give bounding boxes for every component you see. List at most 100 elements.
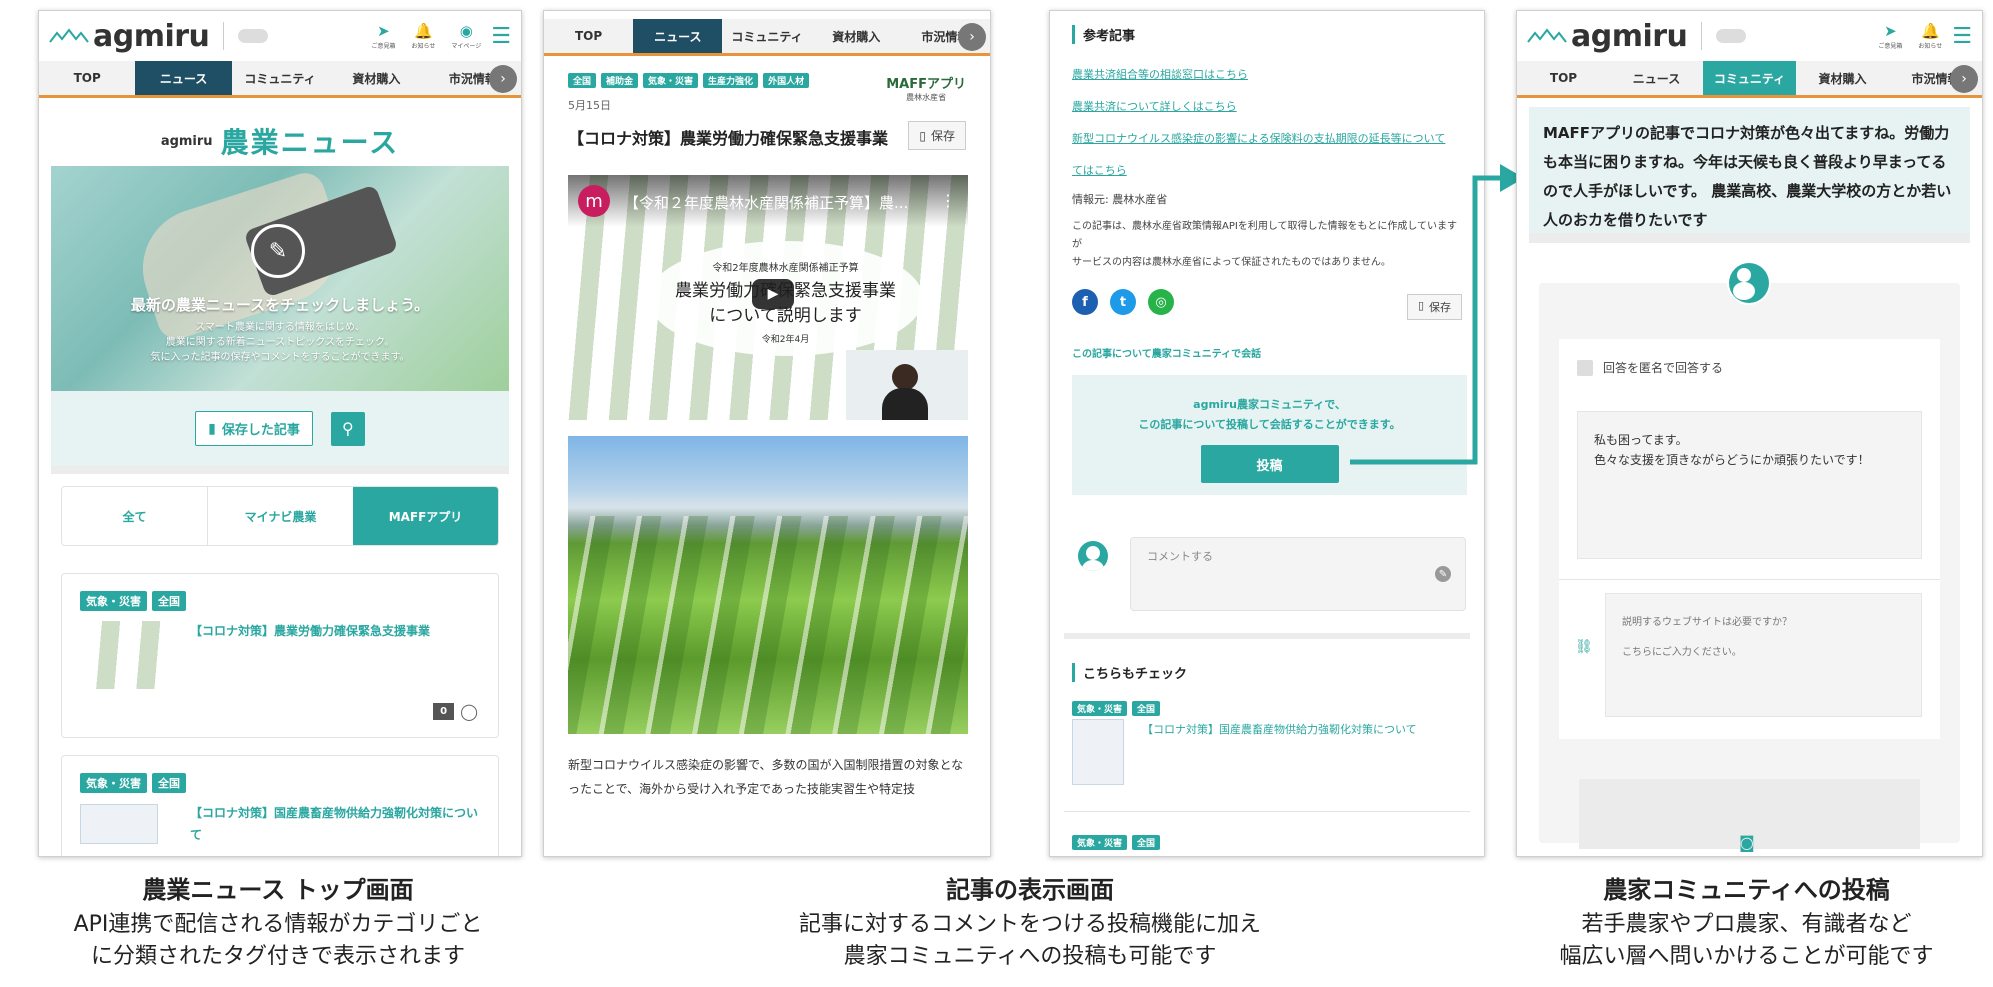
article-title[interactable]: 【コロナ対策】農業労働力確保緊急支援事業 <box>190 622 430 639</box>
related-article-title[interactable]: 【コロナ対策】国産農畜産物供給力強靭化対策について <box>1142 721 1417 737</box>
website-input[interactable]: 説明するウェブサイトは必要ですか？ こちらにご入力ください。 <box>1605 593 1922 717</box>
tab-community[interactable]: コミュニティ <box>232 61 328 95</box>
user-avatar-icon <box>1729 263 1769 303</box>
hamburger-menu-icon[interactable]: ☰ <box>491 24 511 49</box>
bubble-line: 令和2年度農林水産関係補正予算 <box>712 263 859 274</box>
saved-articles-bar: ▮ 保存した記事 ⚲ <box>51 391 509 466</box>
article-card[interactable]: 気象・災害 全国 【コロナ対策】国産農畜産物供給力強靭化対策について <box>61 755 499 856</box>
reference-heading: 参考記事 <box>1072 25 1135 44</box>
comment-count-badge: 0 <box>433 703 455 720</box>
tab-community[interactable]: コミュニティ <box>722 19 811 53</box>
reference-link[interactable]: 農業共済組合等の相談窓口はこちら <box>1072 59 1462 91</box>
presenter-body <box>882 388 928 420</box>
tab-materials[interactable]: 資材購入 <box>812 19 901 53</box>
presenter-head <box>892 364 918 390</box>
more-options-icon[interactable]: ⋮ <box>940 191 956 210</box>
article-title[interactable]: 【コロナ対策】国産農畜産物供給力強靭化対策について <box>190 802 480 846</box>
notifications-button[interactable]: 🔔 お知らせ <box>1918 21 1943 50</box>
presenter-image <box>846 350 968 420</box>
tab-materials[interactable]: 資材購入 <box>328 61 424 95</box>
notifications-label: お知らせ <box>411 42 436 50</box>
reference-link[interactable]: 新型コロナウイルス感染症の影響による保険料の支払期限の延長等について <box>1072 123 1462 155</box>
answer-textarea[interactable]: 私も困ってます。 色々な支援を頂きながらどうにか頑張りたいです！ <box>1577 411 1922 559</box>
news-logo-text: 農業ニュース <box>220 126 400 159</box>
feedback-button[interactable]: ➤ ご意見箱 <box>1878 22 1902 50</box>
maff-app-logo: MAFFアプリ <box>886 77 966 92</box>
caption-line: に分類されたタグ付きで表示されます <box>90 944 465 969</box>
camera-icon[interactable]: ◙ <box>1739 833 1755 852</box>
tab-top[interactable]: TOP <box>544 19 633 53</box>
notifications-button[interactable]: 🔔 お知らせ <box>411 22 436 50</box>
article-thumbnail <box>80 804 158 844</box>
app-header: agmiru ➤ ご意見箱 🔔 お知らせ ◉ マイページ ☰ <box>39 11 521 61</box>
caption-community-post: 農家コミュニティへの投稿 若手農家やプロ農家、有識者など 幅広い層へ問いかけるこ… <box>1500 870 1993 973</box>
comment-input[interactable]: コメントする ✎ <box>1130 537 1466 611</box>
user-icon: ◉ <box>459 21 473 40</box>
main-nav-tabs: TOP ニュース コミュニティ 資材購入 市況情報 <box>544 19 990 56</box>
article-tag: 生産力強化 <box>703 73 759 88</box>
twitter-share-icon[interactable]: t <box>1110 289 1136 315</box>
category-tab-mynavi[interactable]: マイナビ農業 <box>207 487 353 545</box>
tab-scroll-right-button[interactable]: › <box>489 65 517 93</box>
video-player[interactable]: m 【令和２年度農林水産関係補正予算】農... ⋮ 令和2年度農林水産関係補正予… <box>568 175 968 420</box>
send-icon: ➤ <box>377 21 390 40</box>
article-tag: 全国 <box>152 591 186 611</box>
divider <box>1559 579 1940 580</box>
reference-link[interactable]: 農業共済について詳しくはこちら <box>1072 91 1462 123</box>
tab-materials[interactable]: 資材購入 <box>1796 61 1889 95</box>
related-thumbnail <box>1072 719 1124 785</box>
bookmark-icon: ▮ <box>208 420 216 437</box>
tab-news[interactable]: ニュース <box>633 19 723 53</box>
anonymous-checkbox-row[interactable]: 回答を匿名で回答する <box>1577 359 1723 376</box>
search-icon: ⚲ <box>342 419 354 438</box>
tab-community[interactable]: コミュニティ <box>1703 61 1796 95</box>
comment-count[interactable]: 0 ◯ <box>433 702 478 721</box>
agmiru-logo[interactable]: agmiru <box>49 19 210 54</box>
notifications-label: お知らせ <box>1918 42 1943 50</box>
post-to-community-button[interactable]: 投稿 <box>1200 445 1339 483</box>
line-share-icon[interactable]: ◎ <box>1148 289 1174 315</box>
saved-articles-label: 保存した記事 <box>221 423 300 438</box>
tab-news[interactable]: ニュース <box>135 61 232 95</box>
tab-top[interactable]: TOP <box>1517 61 1610 95</box>
tab-news[interactable]: ニュース <box>1610 61 1703 95</box>
field-rows <box>568 516 968 734</box>
play-icon[interactable]: ▶ <box>752 279 794 309</box>
anonymous-checkbox[interactable] <box>1577 359 1593 376</box>
category-tab-maff[interactable]: MAFFアプリ <box>353 487 498 545</box>
article-tag: 全国 <box>568 73 597 88</box>
saved-articles-button[interactable]: ▮ 保存した記事 <box>195 411 313 446</box>
info-source: 情報元: 農林水産省 <box>1072 193 1168 206</box>
weather-cloud-icon <box>1716 29 1747 43</box>
save-button[interactable]: ▯ 保存 <box>908 121 966 150</box>
bell-icon: 🔔 <box>1920 21 1940 40</box>
community-post-screen: agmiru ➤ ご意見箱 🔔 お知らせ ☰ TOP ニュース コミュニティ 資材購… <box>1516 10 1983 857</box>
community-link[interactable]: この記事について農家コミュニティで会話 <box>1072 345 1261 360</box>
tab-scroll-right-button[interactable]: › <box>1950 65 1978 93</box>
save-label: 保存 <box>930 129 955 143</box>
tab-top[interactable]: TOP <box>39 61 135 95</box>
tab-scroll-right-button[interactable]: › <box>958 23 986 51</box>
edit-pencil-icon[interactable]: ✎ <box>1435 566 1451 582</box>
flow-arrow <box>1350 164 1524 465</box>
channel-avatar[interactable]: m <box>578 185 610 217</box>
commenter-avatar <box>1078 541 1108 571</box>
reply-card: 回答を匿名で回答する 私も困ってます。 色々な支援を頂きながらどうにか頑張りたい… <box>1559 339 1940 739</box>
mypage-label: マイページ <box>451 42 482 50</box>
weather-cloud-icon <box>238 29 269 43</box>
leaf-icon: ✎ <box>251 224 305 278</box>
hamburger-menu-icon[interactable]: ☰ <box>1952 24 1972 49</box>
check-heading: こちらもチェック <box>1072 663 1187 682</box>
article-tag: 気象・災害 <box>80 773 147 793</box>
feedback-button[interactable]: ➤ ご意見箱 <box>371 21 395 50</box>
logo-text: agmiru <box>1571 18 1688 54</box>
search-button[interactable]: ⚲ <box>330 411 365 446</box>
header-divider <box>1701 22 1703 50</box>
category-tab-all[interactable]: 全て <box>62 487 207 545</box>
article-detail-screen: TOP ニュース コミュニティ 資材購入 市況情報 › 全国 補助金 気象・災害 生産… <box>543 10 991 857</box>
photo-upload-area[interactable]: ◙ <box>1579 779 1920 852</box>
facebook-share-icon[interactable]: f <box>1072 289 1098 315</box>
agmiru-logo[interactable]: agmiru <box>1527 18 1688 54</box>
article-card[interactable]: 気象・災害 全国 【コロナ対策】農業労働力確保緊急支援事業 0 ◯ <box>61 573 499 738</box>
mypage-button[interactable]: ◉ マイページ <box>451 21 482 50</box>
